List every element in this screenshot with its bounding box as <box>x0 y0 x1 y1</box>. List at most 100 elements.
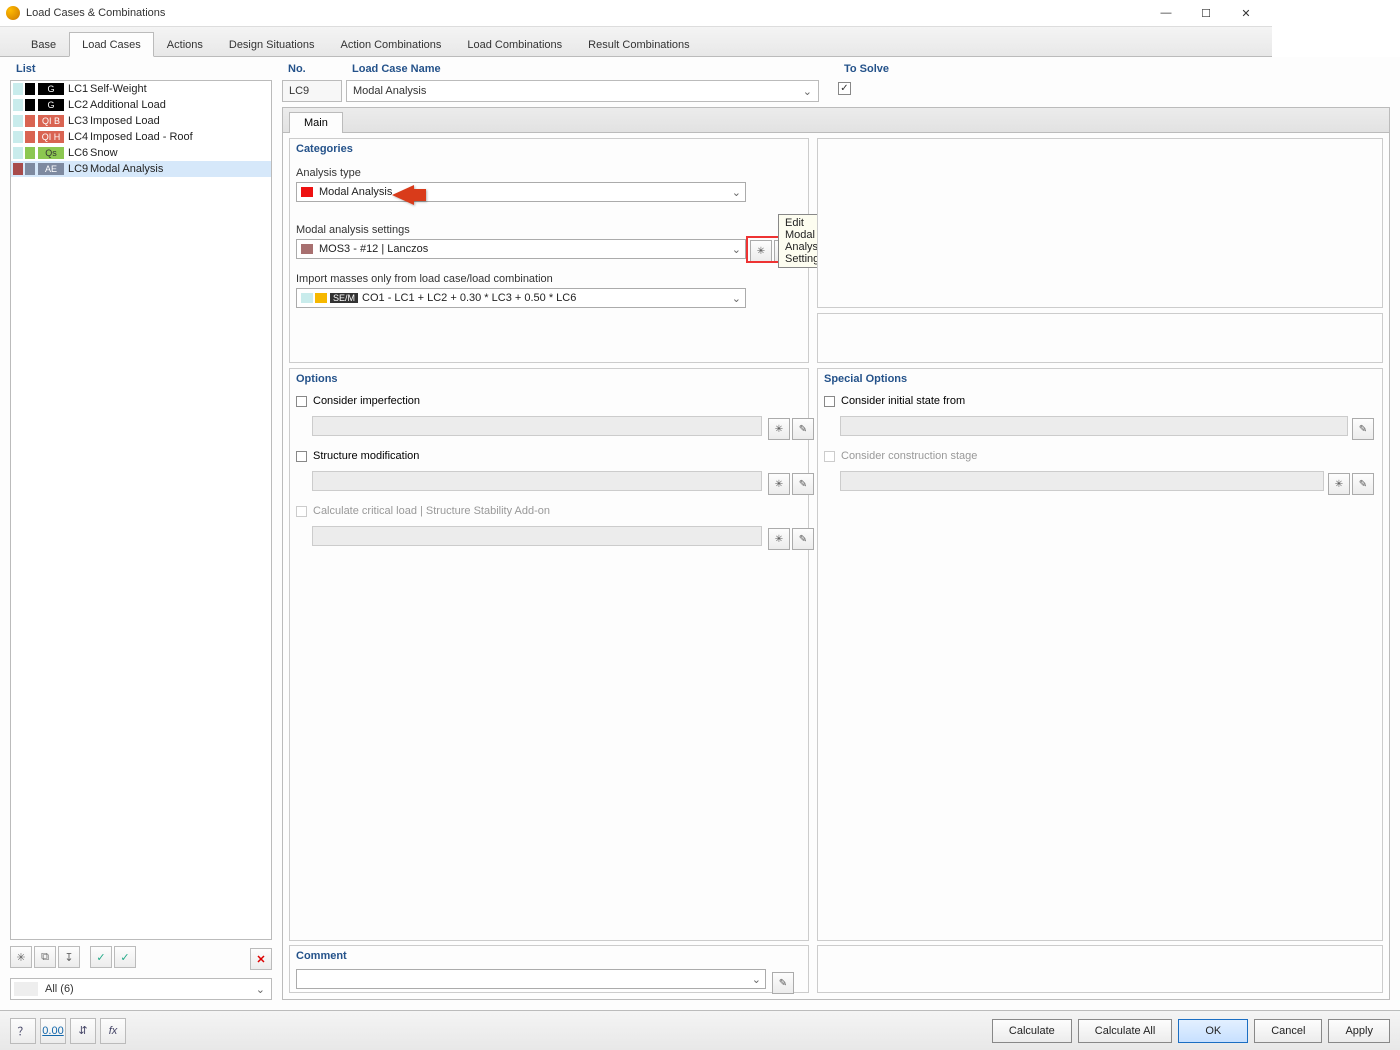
tab-load-cases[interactable]: Load Cases <box>69 32 154 57</box>
lc-name: Snow <box>90 147 118 159</box>
imperfection-checkbox[interactable] <box>296 396 307 407</box>
name-input[interactable]: Modal Analysis ⌄ <box>346 80 819 102</box>
critical-combo <box>312 526 762 546</box>
lc-id: LC2 <box>68 99 90 111</box>
empty-panel-bottom <box>817 945 1383 993</box>
list-item[interactable]: G LC1 Self-Weight <box>11 81 271 97</box>
category-tag: G <box>38 83 64 95</box>
no-header: No. <box>282 60 342 78</box>
tab-design-situations[interactable]: Design Situations <box>216 32 328 56</box>
maximize-button[interactable]: ☐ <box>1186 0 1226 26</box>
filter-dropdown[interactable]: All (6) ⌄ <box>10 978 272 1000</box>
chevron-down-icon: ⌄ <box>803 85 812 98</box>
cancel-button[interactable]: Cancel <box>1254 1019 1322 1043</box>
structmod-combo <box>312 471 762 491</box>
analysis-type-label: Analysis type <box>290 167 808 179</box>
units-icon[interactable]: 0.00 <box>40 1018 66 1044</box>
edit-icon[interactable]: ✎ <box>792 473 814 495</box>
imperfection-combo <box>312 416 762 436</box>
tab-load-combinations[interactable]: Load Combinations <box>454 32 575 56</box>
help-icon[interactable]: ？ <box>10 1018 36 1044</box>
tab-actions[interactable]: Actions <box>154 32 216 56</box>
lc-id: LC3 <box>68 115 90 127</box>
color-swatch <box>13 115 23 127</box>
delete-button[interactable]: ✕ <box>250 948 272 970</box>
minimize-button[interactable]: — <box>1146 0 1186 26</box>
chevron-down-icon: ⌄ <box>732 186 741 199</box>
color-swatch <box>301 244 313 254</box>
category-tag: AE <box>38 163 64 175</box>
tree-icon[interactable]: ⇵ <box>70 1018 96 1044</box>
comment-header: Comment <box>290 946 808 966</box>
app-icon <box>6 6 20 20</box>
category-tag: QI B <box>38 115 64 127</box>
critical-checkbox <box>296 506 307 517</box>
tab-action-combinations[interactable]: Action Combinations <box>327 32 454 56</box>
color-swatch <box>25 131 35 143</box>
tab-base[interactable]: Base <box>18 32 69 56</box>
copy-icon[interactable]: ⧉ <box>34 946 56 968</box>
structmod-checkbox[interactable] <box>296 451 307 462</box>
lc-id: LC6 <box>68 147 90 159</box>
categories-header: Categories <box>290 139 808 159</box>
apply-button[interactable]: Apply <box>1328 1019 1390 1043</box>
color-swatch <box>315 293 327 303</box>
comment-edit-icon[interactable]: ✎ <box>772 972 794 994</box>
list-box[interactable]: G LC1 Self-Weight G LC2 Additional Load … <box>10 80 272 940</box>
color-swatch <box>301 293 313 303</box>
chevron-down-icon: ⌄ <box>256 983 265 996</box>
titlebar: Load Cases & Combinations — ☐ ✕ <box>0 0 1272 27</box>
fx-icon[interactable]: fx <box>100 1018 126 1044</box>
sort-icon[interactable]: ↧ <box>58 946 80 968</box>
edit-icon: ✎ <box>792 528 814 550</box>
check-off-icon[interactable]: ✓ <box>114 946 136 968</box>
new-icon: ✳ <box>768 528 790 550</box>
lc-id: LC1 <box>68 83 90 95</box>
no-input[interactable]: LC9 <box>282 80 342 102</box>
color-swatch <box>13 99 23 111</box>
close-button[interactable]: ✕ <box>1226 0 1266 26</box>
calculate-button[interactable]: Calculate <box>992 1019 1072 1043</box>
list-item[interactable]: QI B LC3 Imposed Load <box>11 113 271 129</box>
color-swatch <box>25 83 35 95</box>
new-icon[interactable]: ✳ <box>10 946 32 968</box>
calculate-all-button[interactable]: Calculate All <box>1078 1019 1173 1043</box>
list-item[interactable]: G LC2 Additional Load <box>11 97 271 113</box>
options-header: Options <box>290 369 808 389</box>
tab-result-combinations[interactable]: Result Combinations <box>575 32 703 56</box>
list-item[interactable]: QI H LC4 Imposed Load - Roof <box>11 129 271 145</box>
list-header: List <box>10 60 272 78</box>
check-on-icon[interactable]: ✓ <box>90 946 112 968</box>
list-item[interactable]: AE LC9 Modal Analysis <box>11 161 271 177</box>
modal-settings-dropdown[interactable]: MOS3 - #12 | Lanczos ⌄ <box>296 239 746 259</box>
structmod-label: Structure modification <box>313 450 419 462</box>
sub-tab-header: Main <box>283 108 1389 133</box>
window-title: Load Cases & Combinations <box>26 7 1146 19</box>
ok-button[interactable]: OK <box>1178 1019 1248 1043</box>
initstate-combo <box>840 416 1348 436</box>
edit-icon[interactable]: ✎ <box>792 418 814 440</box>
modal-settings-label: Modal analysis settings <box>290 224 808 236</box>
to-solve-checkbox[interactable]: ✓ <box>838 82 851 95</box>
list-panel: List G LC1 Self-Weight G LC2 Additional … <box>10 60 272 1000</box>
edit-icon: ✎ <box>1352 473 1374 495</box>
color-swatch <box>25 99 35 111</box>
category-tag: G <box>38 99 64 111</box>
comment-input[interactable]: ⌄ <box>296 969 766 989</box>
edit-icon[interactable]: ✎ <box>1352 418 1374 440</box>
solve-header: To Solve <box>838 60 895 78</box>
analysis-type-dropdown[interactable]: Modal Analysis ⌄ <box>296 182 746 202</box>
list-item[interactable]: Qs LC6 Snow <box>11 145 271 161</box>
main-tabbar: Base Load Cases Actions Design Situation… <box>0 27 1272 57</box>
new-icon[interactable]: ✳ <box>768 473 790 495</box>
imperfection-label: Consider imperfection <box>313 395 420 407</box>
tab-main[interactable]: Main <box>289 112 343 133</box>
lc-id: LC4 <box>68 131 90 143</box>
construction-checkbox <box>824 451 835 462</box>
new-icon[interactable]: ✳ <box>768 418 790 440</box>
import-masses-dropdown[interactable]: SE/M CO1 - LC1 + LC2 + 0.30 * LC3 + 0.50… <box>296 288 746 308</box>
color-swatch <box>25 147 35 159</box>
initstate-checkbox[interactable] <box>824 396 835 407</box>
special-header: Special Options <box>818 369 1382 389</box>
analysis-type-value: Modal Analysis <box>319 186 392 198</box>
